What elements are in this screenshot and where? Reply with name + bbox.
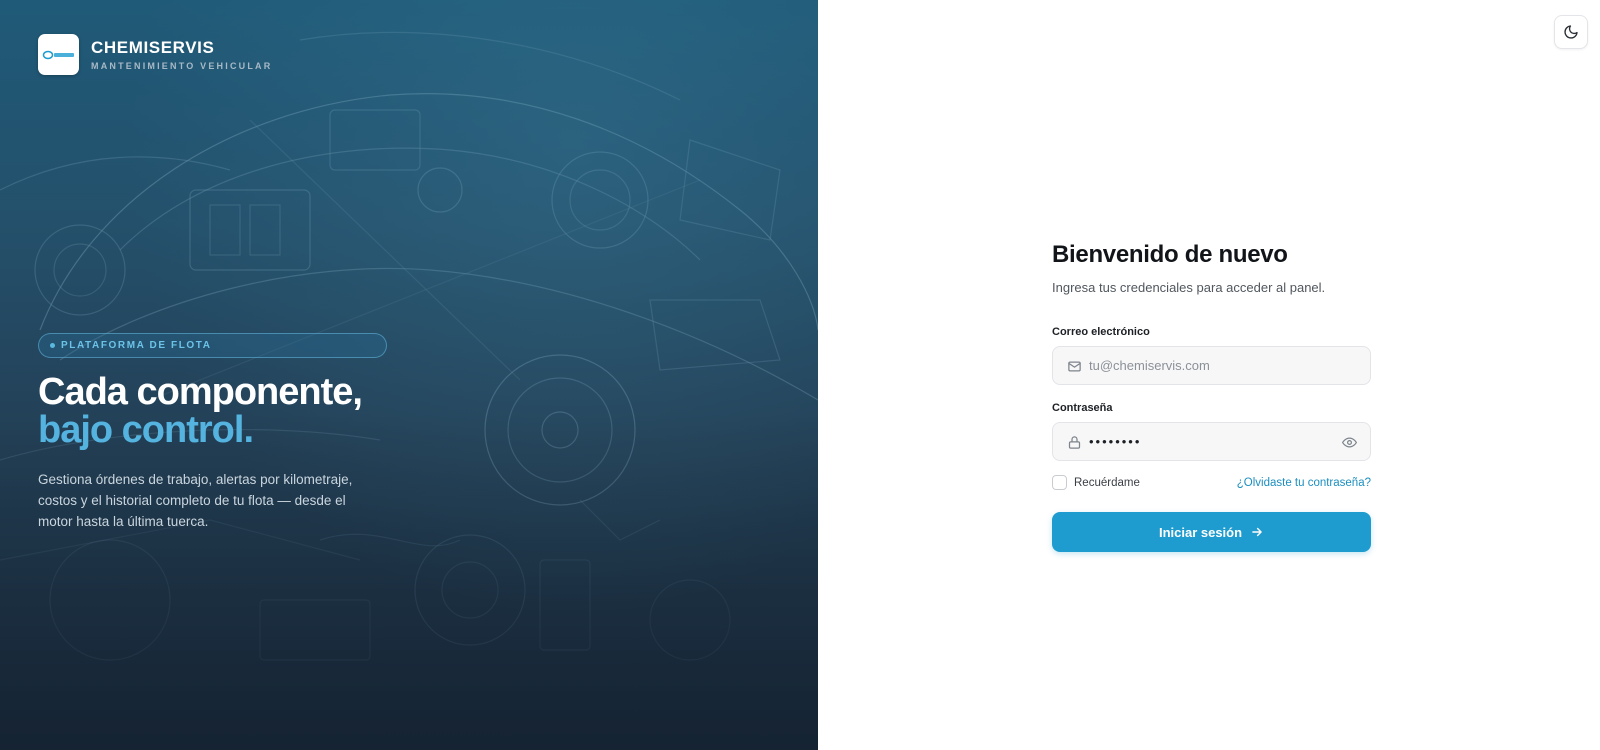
email-field-wrapper [1052,346,1371,385]
mail-icon [1066,358,1082,374]
login-title: Bienvenido de nuevo [1052,241,1288,268]
platform-badge: PLATAFORMA DE FLOTA [38,333,387,358]
eye-icon [1341,437,1357,447]
login-button-label: Iniciar sesión [1158,524,1243,540]
password-field-wrapper [1052,422,1371,461]
email-input[interactable] [1053,347,1370,384]
headline-line-2: bajo control. [38,409,254,451]
remember-label: Recuérdame [1074,476,1140,489]
badge-dot-icon [50,343,55,348]
headline-line-1: Cada componente, [38,371,363,413]
hero-headline: Cada componente, bajo control. [38,371,363,451]
badge-label: PLATAFORMA DE FLOTA [61,340,212,351]
brand-tagline: MANTENIMIENTO VEHICULAR [91,61,273,71]
moon-icon [1564,25,1578,39]
theme-toggle-button[interactable] [1554,15,1588,49]
lock-icon [1066,434,1082,450]
forgot-password-link[interactable]: ¿Olvidaste tu contraseña? [1237,477,1371,489]
login-button[interactable]: Iniciar sesión [1052,512,1371,552]
brand[interactable]: CHEMISERVIS MANTENIMIENTO VEHICULAR [38,34,272,75]
chemiservis-logo-icon [38,34,79,75]
show-password-button[interactable] [1341,434,1357,450]
remember-me[interactable]: Recuérdame [1052,475,1140,490]
email-label: Correo electrónico [1052,326,1150,338]
login-form: Bienvenido de nuevo Ingresa tus credenci… [1052,240,1371,552]
arrow-right-icon [1250,525,1264,539]
hero-panel: CHEMISERVIS MANTENIMIENTO VEHICULAR PLAT… [0,0,818,750]
brand-name: CHEMISERVIS [91,38,215,57]
login-subtitle: Ingresa tus credenciales para acceder al… [1052,280,1326,295]
remember-checkbox[interactable] [1052,475,1067,490]
hero-description: Gestiona órdenes de trabajo, alertas por… [38,472,353,529]
password-label: Contraseña [1052,402,1113,414]
password-input[interactable] [1053,423,1370,460]
